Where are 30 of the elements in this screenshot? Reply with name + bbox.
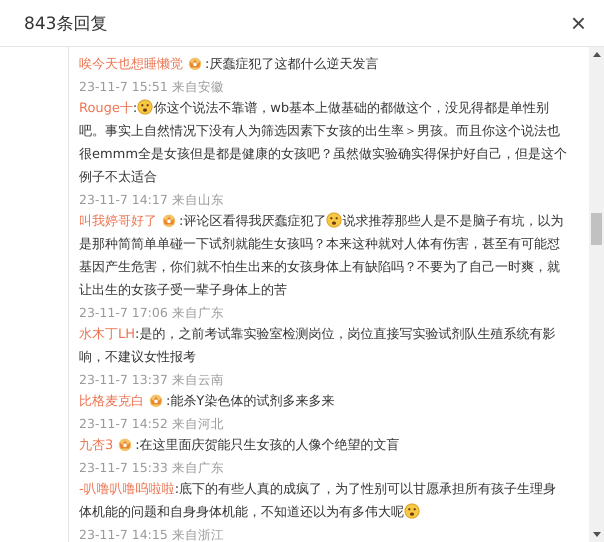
reply-text: Rouge十: 你这个说法不靠谱，wb基本上做基础的都做这个，没见得都是单性别吧。事实上自然情况下没有人为筛选因素下女孩的出生率＞男孩。而且你这个说法也很emmm全是女孩但是都是健康的女孩吧？虽然做实验确实得保护好自己，但是这个例子不太适合 (79, 98, 568, 187)
reply-text: 九杏3 :在这里面庆贺能只生女孩的人像个绝望的文盲 (79, 435, 401, 455)
reply-text: 水木丁LH:是的，之前考试靠实验室检测岗位，岗位直接写实验试剂队生殖系统有影响，不建议女性报考 (79, 326, 556, 367)
reply-time: 23-11-7 15:51 来自安徽 (79, 78, 224, 96)
scrollbar[interactable] (589, 47, 604, 542)
emoji-icon (137, 99, 154, 115)
reply-time: 23-11-7 15:33 来自广东 (79, 459, 224, 477)
reply-time: 23-11-7 13:37 来自云南 (79, 371, 224, 389)
user-link[interactable]: 唉今天也想睡懒觉 (79, 57, 183, 72)
reply-text: 唉今天也想睡懒觉 :厌蠢症犯了这都什么逆天发言 (79, 54, 380, 74)
reply-time: 23-11-7 14:17 来自山东 (79, 191, 224, 209)
reply-time: 23-11-7 14:52 来自河北 (79, 415, 224, 433)
reply-time: 23-11-7 14:15 来自浙江 (79, 526, 224, 542)
reply-text: 叫我婷哥好了 :评论区看得我厌蠢症犯了 说求推荐那些人是不是脑子有坑，以为是那种简简单单碰一下试剂就能生女孩吗？本来这种就对人体有伤害，甚至有可能怼基因产生危害，你们就不怕生出来的女孩身体上有缺陷吗？不要为了自己一时爽，就让出生的女孩子受一辈子身体上的苦 (79, 211, 564, 300)
emoji-icon (326, 212, 342, 228)
reply-text: -叭噜叭噜呜啦啦:底下的有些人真的成疯了，为了性别可以甘愿承担所有孩子生理身体机能的问题和自身身体机能，不知道还以为有多伟大呢 (79, 481, 558, 522)
user-link[interactable]: Rouge十 (79, 101, 133, 116)
close-button[interactable]: × (564, 10, 592, 36)
reply-time: 23-11-7 17:06 来自广东 (79, 304, 224, 322)
user-link[interactable]: 比格麦克白 (79, 394, 144, 409)
dialog-title: 843条回复 (24, 12, 108, 34)
reply-text: 比格麦克白 :能杀Y染色体的试剂多来多来 (79, 391, 336, 411)
user-link[interactable]: 叫我婷哥好了 (79, 214, 157, 229)
user-link[interactable]: -叭噜叭噜呜啦啦 (79, 482, 175, 497)
scroll-thumb[interactable] (591, 213, 602, 245)
user-link[interactable]: 九杏3 (79, 438, 114, 453)
scroll-up-icon[interactable] (592, 52, 600, 57)
scroll-down-icon[interactable] (592, 532, 600, 537)
emoji-icon (404, 503, 420, 519)
user-link[interactable]: 水木丁LH (79, 327, 136, 342)
